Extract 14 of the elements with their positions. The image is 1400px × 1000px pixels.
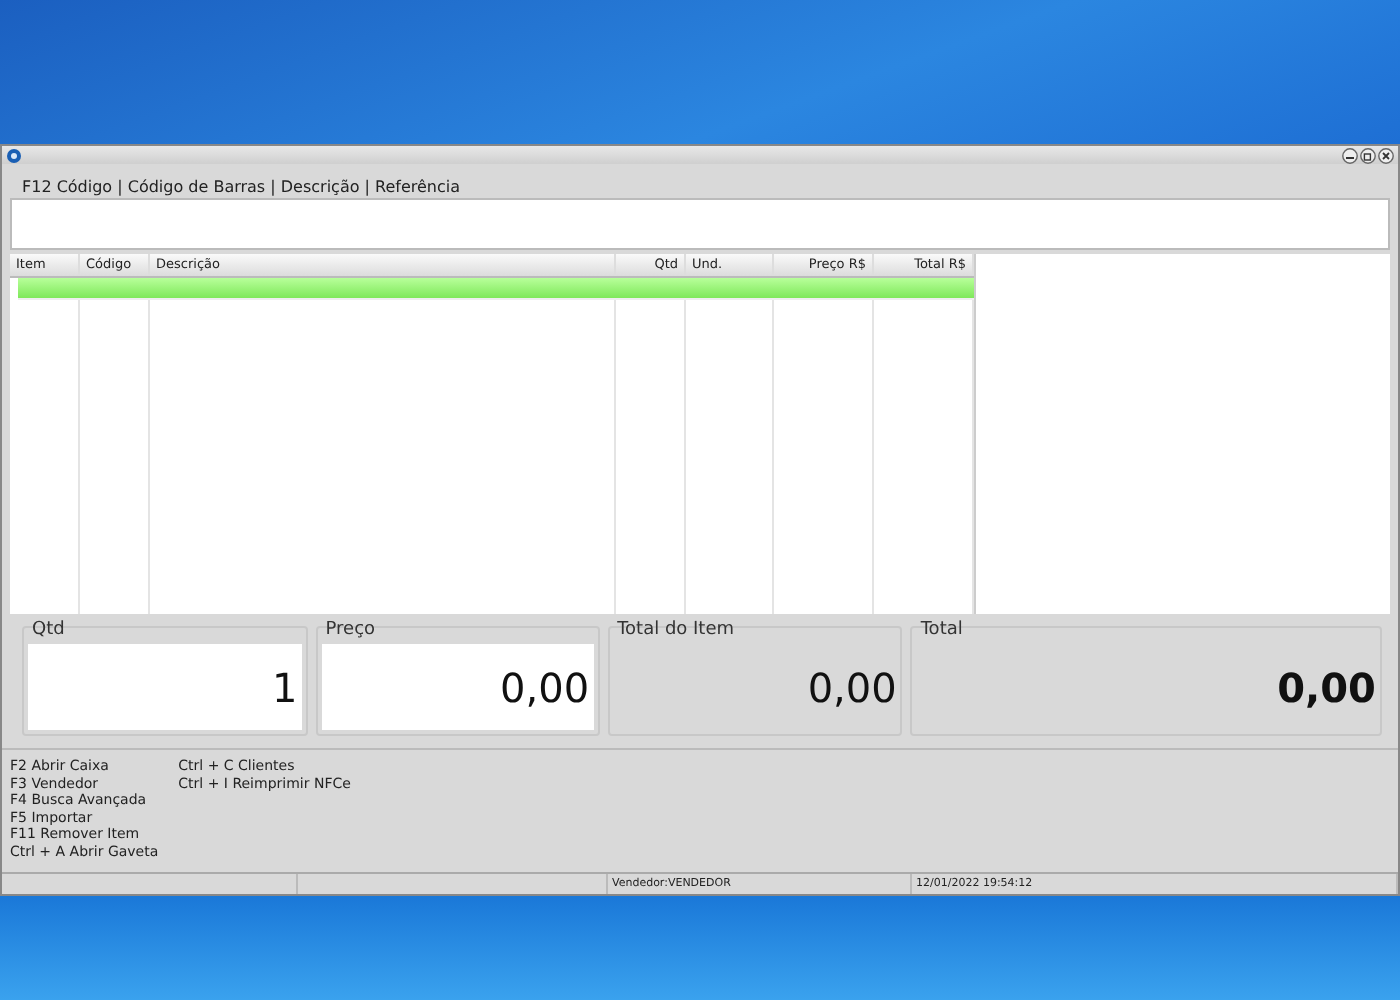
- field-label: Total do Item: [615, 620, 737, 640]
- value-field[interactable]: 1: [28, 644, 302, 730]
- field-label: Preço: [323, 620, 378, 640]
- value-display: 0,00: [805, 661, 899, 715]
- search-field[interactable]: [10, 198, 1390, 250]
- app-icon: [6, 147, 22, 163]
- value-display: 0,00: [1275, 661, 1378, 715]
- close-icon[interactable]: [1378, 147, 1394, 163]
- search-label: F12 Código | Código de Barras | Descrição | Referência: [20, 176, 463, 198]
- field-label: Total: [918, 620, 965, 640]
- field-label: Qtd: [30, 620, 67, 640]
- minimize-icon[interactable]: [1342, 147, 1358, 163]
- restore-icon[interactable]: [1360, 147, 1376, 163]
- value-field[interactable]: 0,00: [321, 644, 594, 730]
